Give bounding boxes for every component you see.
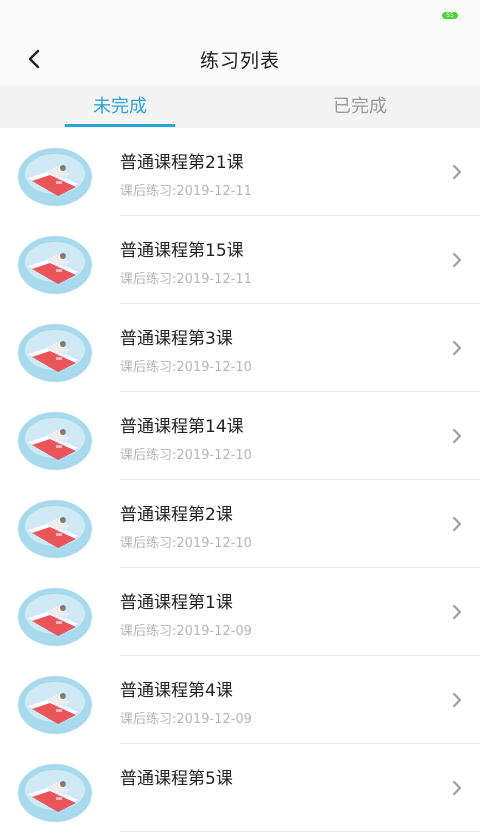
course-date: 课后练习:2019-12-09 <box>120 712 252 727</box>
status-bar: 55 <box>0 0 480 32</box>
course-title: 普通课程第21课 <box>120 153 244 173</box>
course-row[interactable]: 普通课程第21课 课后练习:2019-12-11 <box>0 128 480 216</box>
course-date: 课后练习:2019-12-10 <box>120 536 252 551</box>
course-row[interactable]: 普通课程第1课 课后练习:2019-12-09 <box>0 568 480 656</box>
book-thumbnail-icon <box>18 236 92 294</box>
course-date: 课后练习:2019-12-11 <box>120 184 252 199</box>
book-thumbnail-icon <box>18 588 92 646</box>
chevron-right-icon <box>453 605 461 619</box>
chevron-right-icon <box>453 429 461 443</box>
course-title: 普通课程第15课 <box>120 241 244 261</box>
course-date: 课后练习:2019-12-11 <box>120 272 252 287</box>
book-thumbnail-icon <box>18 324 92 382</box>
course-title: 普通课程第1课 <box>120 593 233 613</box>
course-title: 普通课程第3课 <box>120 329 233 349</box>
chevron-right-icon <box>453 341 461 355</box>
tab-incomplete[interactable]: 未完成 <box>0 86 240 128</box>
course-row[interactable]: 普通课程第3课 课后练习:2019-12-10 <box>0 304 480 392</box>
active-tab-indicator <box>65 124 175 127</box>
tab-completed[interactable]: 已完成 <box>240 86 480 128</box>
course-title: 普通课程第14课 <box>120 417 244 437</box>
chevron-right-icon <box>453 165 461 179</box>
tab-bar: 未完成 已完成 <box>0 86 480 128</box>
book-thumbnail-icon <box>18 500 92 558</box>
course-date: 课后练习:2019-12-10 <box>120 360 252 375</box>
battery-icon: 55 <box>442 12 458 19</box>
chevron-right-icon <box>453 781 461 795</box>
book-thumbnail-icon <box>18 148 92 206</box>
book-thumbnail-icon <box>18 412 92 470</box>
course-row[interactable]: 普通课程第2课 课后练习:2019-12-10 <box>0 480 480 568</box>
course-title: 普通课程第2课 <box>120 505 233 525</box>
chevron-right-icon <box>453 517 461 531</box>
header: 练习列表 <box>0 32 480 86</box>
book-thumbnail-icon <box>18 676 92 734</box>
course-title: 普通课程第5课 <box>120 769 233 789</box>
course-row[interactable]: 普通课程第14课 课后练习:2019-12-10 <box>0 392 480 480</box>
course-row[interactable]: 普通课程第15课 课后练习:2019-12-11 <box>0 216 480 304</box>
course-list: 普通课程第21课 课后练习:2019-12-11 普通课程第15课 课后练习:2… <box>0 128 480 832</box>
course-title: 普通课程第4课 <box>120 681 233 701</box>
course-row[interactable]: 普通课程第4课 课后练习:2019-12-09 <box>0 656 480 744</box>
book-thumbnail-icon <box>18 764 92 822</box>
chevron-right-icon <box>453 693 461 707</box>
course-date: 课后练习:2019-12-09 <box>120 624 252 639</box>
page-title: 练习列表 <box>199 50 280 72</box>
chevron-right-icon <box>453 253 461 267</box>
course-row[interactable]: 普通课程第5课 <box>0 744 480 832</box>
course-date: 课后练习:2019-12-10 <box>120 448 252 463</box>
